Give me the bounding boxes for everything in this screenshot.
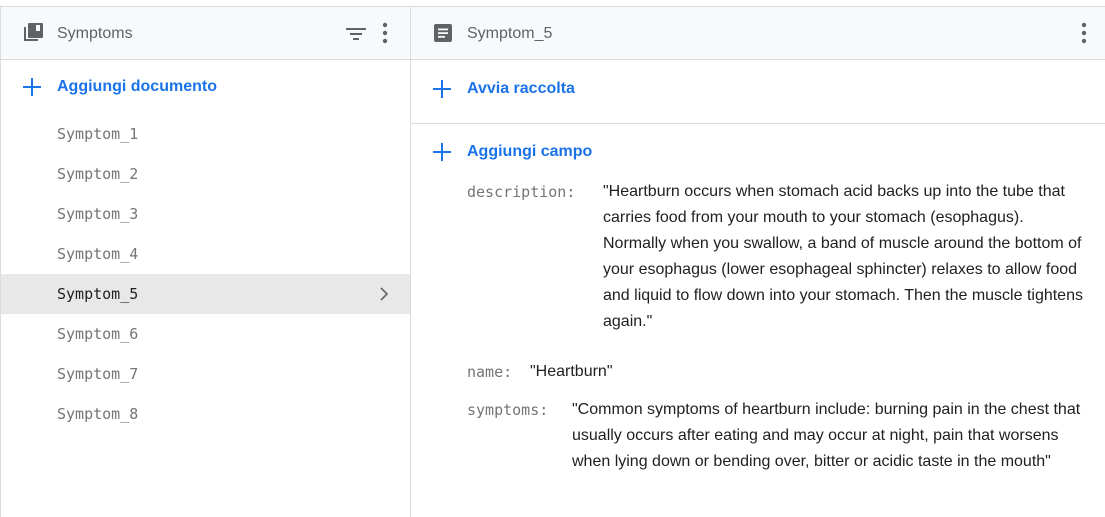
add-document-label: Aggiungi documento — [57, 78, 217, 95]
document-item[interactable]: Symptom_8 — [1, 394, 410, 434]
document-id: Symptom_6 — [57, 325, 139, 343]
field-key: symptoms: — [467, 401, 549, 419]
more-vert-icon[interactable] — [381, 22, 389, 44]
document-list: Symptom_1 Symptom_2 Symptom_3 Symptom_4 … — [1, 114, 410, 434]
chevron-right-icon — [380, 287, 389, 301]
document-header: Symptom_5 — [411, 7, 1105, 60]
field-value: "Heartburn" — [530, 363, 613, 380]
document-item[interactable]: Symptom_1 — [1, 114, 410, 154]
field-key: name: — [467, 363, 513, 381]
field-value: "Common symptoms of heartburn include: b… — [572, 401, 1081, 470]
field-list: description: "Heartburn occurs when stom… — [411, 179, 1105, 497]
document-item[interactable]: Symptom_3 — [1, 194, 410, 234]
document-panel: Symptom_5 Avvia raccolta Aggiungi campo — [411, 7, 1105, 517]
document-id: Symptom_1 — [57, 125, 139, 143]
document-id: Symptom_5 — [57, 285, 139, 303]
document-icon — [434, 24, 452, 42]
plus-icon — [23, 78, 41, 96]
document-item-selected[interactable]: Symptom_5 — [1, 274, 410, 314]
field-value: "Heartburn occurs when stomach acid back… — [603, 183, 1083, 330]
document-id: Symptom_8 — [57, 405, 139, 423]
field-row-name[interactable]: name: "Heartburn" — [411, 359, 1105, 397]
plus-icon — [433, 143, 451, 161]
field-row-description[interactable]: description: "Heartburn occurs when stom… — [411, 179, 1105, 359]
document-item[interactable]: Symptom_4 — [1, 234, 410, 274]
field-row-symptoms[interactable]: symptoms: "Common symptoms of heartburn … — [411, 397, 1105, 497]
document-id: Symptom_7 — [57, 365, 139, 383]
collection-icon — [24, 23, 43, 41]
firestore-data-viewer: Symptoms Aggiungi documento Symptom_1 Sy… — [0, 6, 1105, 517]
start-collection-button[interactable]: Avvia raccolta — [411, 60, 1105, 124]
document-item[interactable]: Symptom_7 — [1, 354, 410, 394]
document-id: Symptom_2 — [57, 165, 139, 183]
document-id: Symptom_3 — [57, 205, 139, 223]
add-document-button[interactable]: Aggiungi documento — [1, 60, 410, 114]
document-title: Symptom_5 — [467, 25, 553, 42]
collection-panel: Symptoms Aggiungi documento Symptom_1 Sy… — [1, 7, 411, 517]
document-item[interactable]: Symptom_6 — [1, 314, 410, 354]
add-field-label: Aggiungi campo — [467, 143, 593, 160]
field-key: description: — [467, 183, 576, 201]
start-collection-label: Avvia raccolta — [467, 80, 575, 97]
document-item[interactable]: Symptom_2 — [1, 154, 410, 194]
collection-title: Symptoms — [57, 25, 133, 42]
document-id: Symptom_4 — [57, 245, 139, 263]
filter-icon[interactable] — [345, 24, 367, 44]
plus-icon — [433, 80, 451, 98]
more-vert-icon[interactable] — [1080, 22, 1088, 44]
add-field-button[interactable]: Aggiungi campo — [411, 124, 1105, 178]
collection-header: Symptoms — [1, 7, 410, 60]
